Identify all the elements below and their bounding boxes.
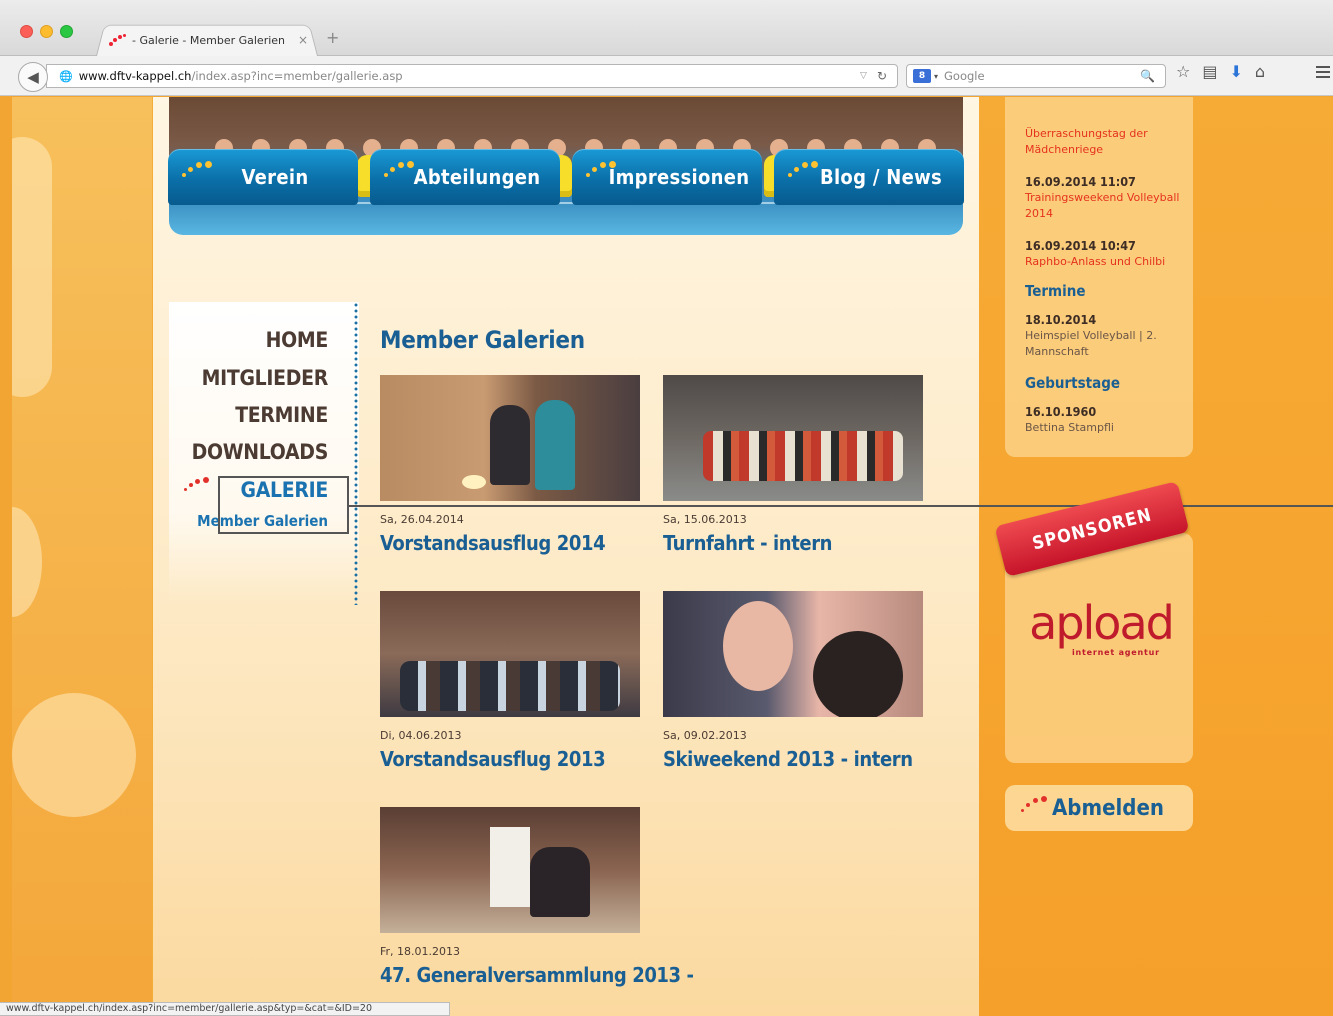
search-input[interactable]: 8 ▾ Google 🔍 — [906, 64, 1166, 88]
termine-item-date: 18.10.2014 — [1025, 312, 1097, 327]
gallery-item-title[interactable]: Skiweekend 2013 - intern — [663, 747, 913, 771]
back-button[interactable]: ◀ — [18, 62, 48, 92]
search-engine-dropdown-icon[interactable]: ▾ — [934, 72, 938, 81]
page-title: Member Galerien — [380, 326, 585, 354]
nav-tab-label: Verein — [241, 165, 309, 189]
nav-tab-blog-news[interactable]: Blog / News — [774, 149, 964, 205]
logo-dots-icon — [382, 157, 416, 183]
sponsor-logo-aptoad[interactable]: apload — [1026, 600, 1176, 646]
globe-icon: 🌐 — [59, 69, 73, 83]
gallery-item-title[interactable]: Vorstandsausflug 2013 — [380, 747, 606, 771]
url-host: www.dftv-kappel.ch — [78, 69, 192, 83]
decor-bubble — [12, 693, 136, 817]
termine-item-text: Heimspiel Volleyball | 2. Mannschaft — [1025, 329, 1157, 358]
gallery-item-title[interactable]: 47. Generalversammlung 2013 - — [380, 963, 694, 987]
sidebar-dotted-divider — [354, 302, 358, 605]
sponsor-logo-tagline: internet agentur — [1072, 648, 1160, 657]
gallery-thumbnail[interactable] — [380, 375, 640, 501]
download-icon[interactable]: ⬇ — [1229, 62, 1242, 81]
geburtstage-item-text: Bettina Stampfli — [1025, 421, 1114, 434]
reload-icon[interactable]: ↻ — [877, 69, 887, 83]
news-item-text: Trainingsweekend Volleyball 2014 — [1025, 191, 1180, 220]
news-item-datetime: 16.09.2014 11:07 — [1025, 174, 1136, 189]
site-favicon-icon — [108, 33, 126, 47]
logo-dots-icon — [786, 157, 820, 183]
news-item[interactable]: 16.09.2014 11:07 Trainingsweekend Volley… — [1025, 174, 1195, 222]
browser-toolbar: ☆ ▤ ⬇ ⌂ — [1176, 62, 1265, 81]
home-icon[interactable]: ⌂ — [1255, 62, 1265, 81]
news-item-text: Überraschungstag der Mädchenriege — [1025, 127, 1148, 156]
logo-dots-icon — [1019, 793, 1047, 817]
window-minimize-button[interactable] — [40, 25, 53, 38]
sidebar-item-mitglieder[interactable]: MITGLIEDER — [154, 366, 344, 390]
window-maximize-button[interactable] — [60, 25, 73, 38]
gallery-item-title[interactable]: Vorstandsausflug 2014 — [380, 531, 606, 555]
gallery-item-date: Fr, 18.01.2013 — [380, 945, 461, 958]
decor-bubble — [12, 137, 52, 397]
browser-tab-content[interactable]: - Galerie - Member Galerien × — [108, 28, 318, 52]
new-tab-button[interactable]: + — [326, 28, 339, 47]
nav-tab-label: Abteilungen — [413, 165, 541, 189]
nav-tab-verein[interactable]: Verein — [168, 149, 358, 205]
nav-tab-abteilungen[interactable]: Abteilungen — [370, 149, 560, 205]
callout-line — [349, 505, 1333, 507]
nav-tab-label: Impressionen — [608, 165, 750, 189]
tab-close-icon[interactable]: × — [298, 33, 308, 47]
gallery-thumbnail[interactable] — [380, 807, 640, 933]
sidebar-subitem-member-galerien[interactable]: Member Galerien — [154, 512, 344, 530]
nav-tab-label: Blog / News — [819, 165, 943, 189]
menu-hamburger-icon[interactable] — [1316, 66, 1330, 81]
termine-item: 18.10.2014 Heimspiel Volleyball | 2. Man… — [1025, 312, 1195, 360]
bookmark-star-icon[interactable]: ☆ — [1176, 62, 1190, 81]
active-marker-dots-icon — [184, 474, 210, 496]
search-engine-icon[interactable]: 8 — [913, 69, 931, 83]
geburtstage-item-date: 16.10.1960 — [1025, 404, 1097, 419]
gallery-item-title[interactable]: Turnfahrt - intern — [663, 531, 833, 555]
browser-status-url: www.dftv-kappel.ch/index.asp?inc=member/… — [0, 1002, 450, 1016]
geburtstage-item: 16.10.1960 Bettina Stampfli — [1025, 404, 1195, 436]
search-icon[interactable]: 🔍 — [1140, 69, 1155, 83]
sidebar-item-galerie[interactable]: GALERIE — [154, 478, 344, 502]
window-close-button[interactable] — [20, 25, 33, 38]
gallery-thumbnail[interactable] — [380, 591, 640, 717]
url-path: /index.asp?inc=member/gallerie.asp — [191, 69, 403, 83]
gallery-thumbnail[interactable] — [663, 375, 923, 501]
gallery-item-date: Sa, 09.02.2013 — [663, 729, 747, 742]
sidebar-item-home[interactable]: HOME — [154, 328, 344, 352]
logout-button[interactable]: Abmelden — [1005, 785, 1193, 831]
back-arrow-icon: ◀ — [27, 68, 39, 86]
news-item-datetime: 16.09.2014 10:47 — [1025, 238, 1136, 253]
gallery-item-date: Sa, 15.06.2013 — [663, 513, 747, 526]
gallery-thumbnail[interactable] — [663, 591, 923, 717]
news-item-text: Raphbo-Anlass und Chilbi — [1025, 255, 1166, 268]
logo-dots-icon — [584, 157, 618, 183]
sidebar-item-downloads[interactable]: DOWNLOADS — [154, 440, 344, 464]
news-item[interactable]: 16.09.2014 10:47 Raphbo-Anlass und Chilb… — [1025, 238, 1195, 270]
tab-title: - Galerie - Member Galerien — [132, 33, 286, 47]
geburtstage-heading: Geburtstage — [1025, 374, 1121, 392]
nav-tab-impressionen[interactable]: Impressionen — [572, 149, 762, 205]
search-placeholder: Google — [944, 69, 985, 83]
logo-dots-icon — [180, 157, 214, 183]
address-bar[interactable]: 🌐 www.dftv-kappel.ch /index.asp?inc=memb… — [46, 64, 898, 88]
url-history-dropdown-icon[interactable]: ▽ — [860, 71, 867, 81]
termine-heading: Termine — [1025, 282, 1086, 300]
news-item[interactable]: Überraschungstag der Mädchenriege — [1025, 126, 1195, 158]
logout-label: Abmelden — [1051, 795, 1164, 821]
gallery-item-date: Sa, 26.04.2014 — [380, 513, 464, 526]
gallery-item-date: Di, 04.06.2013 — [380, 729, 462, 742]
sidebar-item-termine[interactable]: TERMINE — [154, 403, 344, 427]
bookmarks-list-icon[interactable]: ▤ — [1202, 62, 1217, 81]
